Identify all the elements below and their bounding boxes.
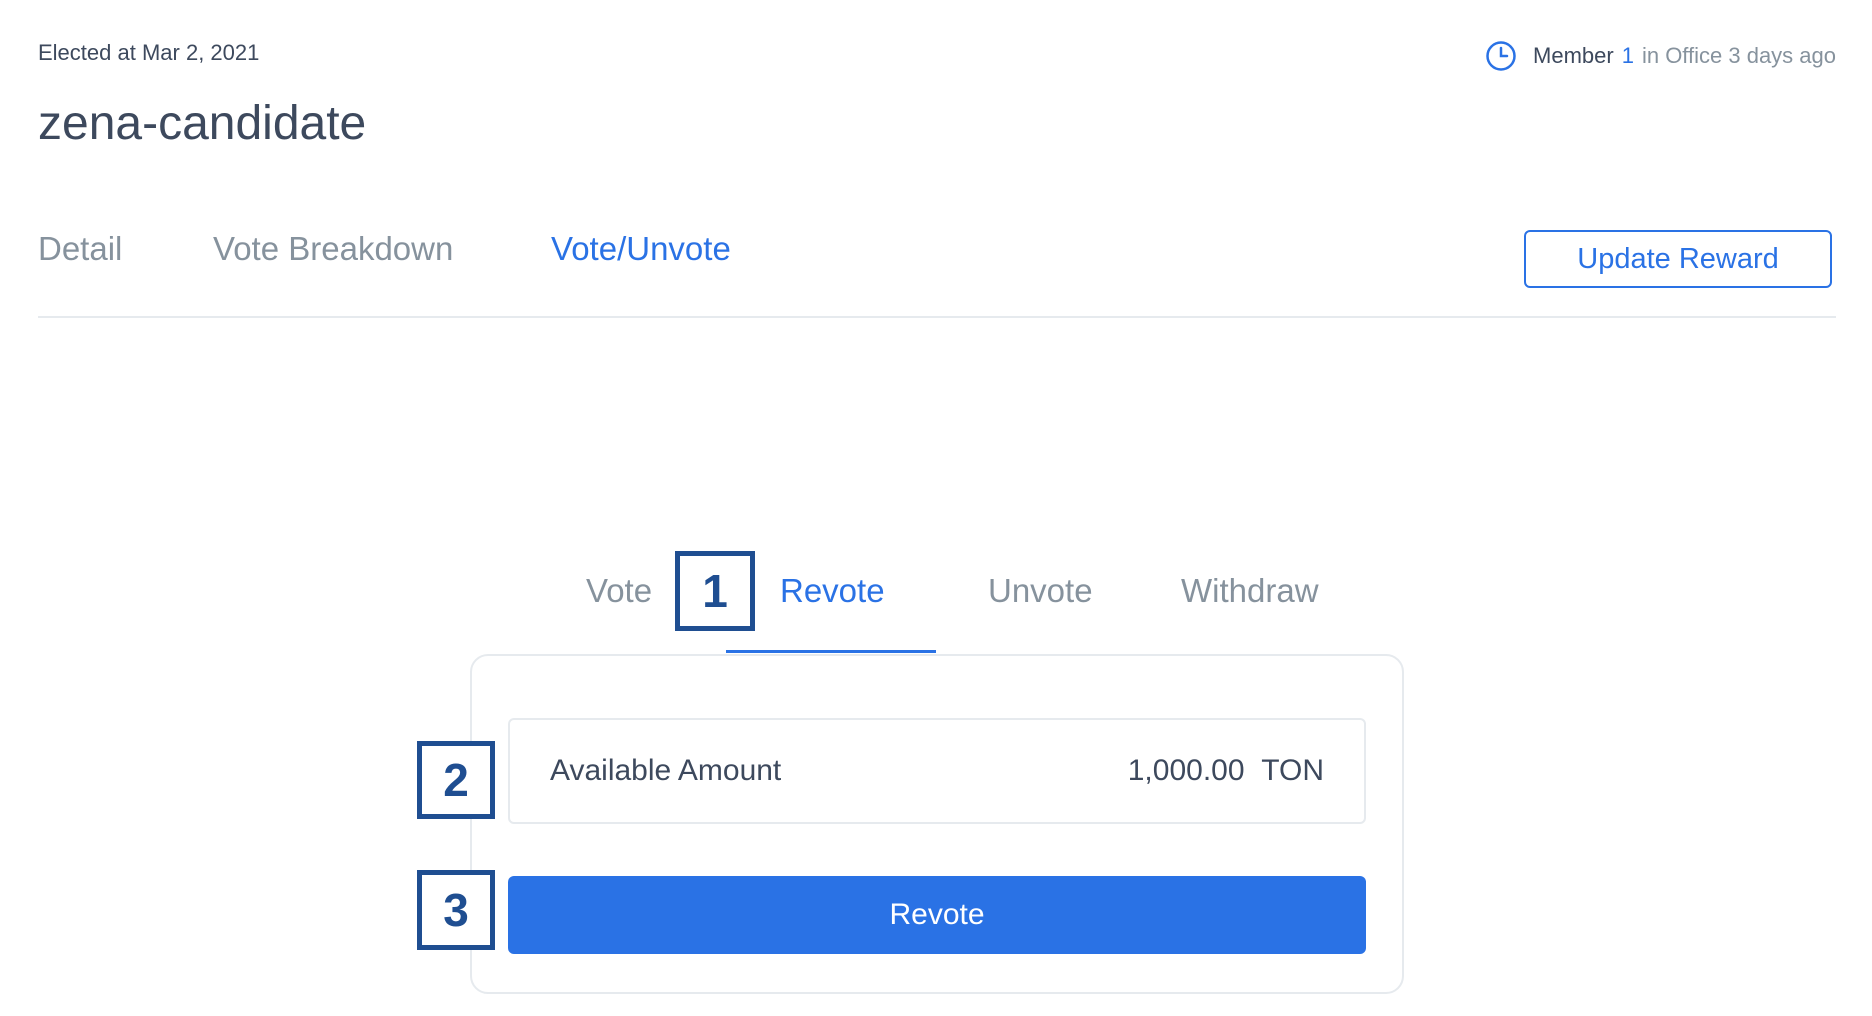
available-amount-field: Available Amount 1,000.00 TON [508, 718, 1366, 824]
available-amount-value-group: 1,000.00 TON [1128, 754, 1324, 788]
available-amount-value: 1,000.00 [1127, 754, 1245, 787]
revote-button[interactable]: Revote [508, 876, 1366, 954]
page-title: zena-candidate [38, 97, 367, 150]
amount-unit: TON [1261, 754, 1324, 787]
callout-2: 2 [417, 741, 495, 819]
member-office-status: in Office 3 days ago [1641, 43, 1836, 68]
callout-3: 3 [417, 870, 495, 950]
tab-vote-unvote[interactable]: Vote/Unvote [551, 230, 731, 268]
tab-detail[interactable]: Detail [38, 230, 122, 268]
clock-icon [1485, 40, 1517, 72]
tab-vote-breakdown[interactable]: Vote Breakdown [213, 230, 453, 268]
subtab-vote[interactable]: Vote [586, 572, 652, 610]
member-status: Member 1 in Office 3 days ago [1485, 40, 1836, 72]
callout-1: 1 [675, 551, 755, 631]
available-amount-label: Available Amount [550, 754, 782, 787]
member-number: 1 [1621, 43, 1634, 68]
subtab-revote[interactable]: Revote [780, 572, 885, 610]
subtab-withdraw[interactable]: Withdraw [1181, 572, 1319, 610]
active-subtab-indicator [726, 650, 936, 653]
subtab-unvote[interactable]: Unvote [988, 572, 1093, 610]
tab-divider [38, 316, 1836, 318]
update-reward-button[interactable]: Update Reward [1524, 230, 1832, 288]
elected-date: Elected at Mar 2, 2021 [38, 40, 260, 65]
member-label: Member [1533, 43, 1614, 68]
